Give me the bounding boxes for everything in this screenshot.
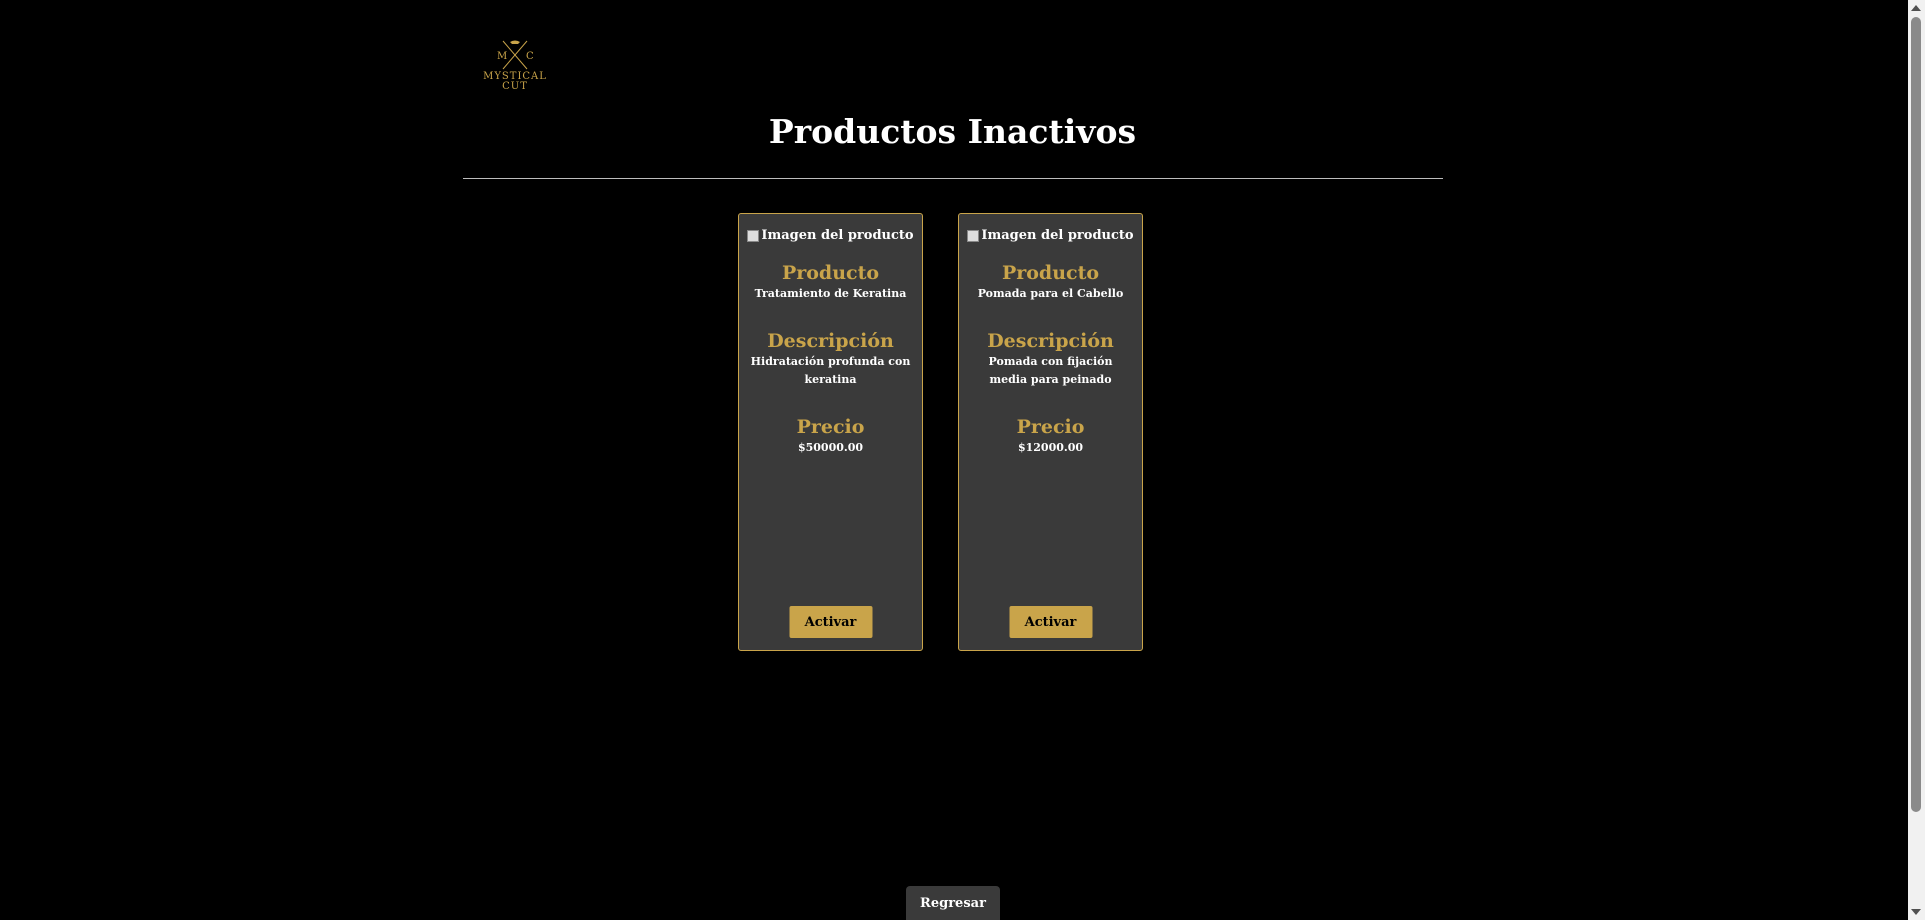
product-card: Imagen del producto Producto Pomada para… bbox=[958, 213, 1143, 651]
mystical-cut-logo[interactable]: M C MYSTICAL CUT bbox=[483, 38, 547, 96]
product-label: Producto bbox=[1001, 262, 1100, 284]
scroll-down-arrow-icon[interactable] bbox=[1911, 909, 1921, 915]
product-price: $12000.00 bbox=[1017, 441, 1084, 454]
back-button[interactable]: Regresar bbox=[906, 886, 1000, 920]
product-image: Imagen del producto bbox=[739, 228, 922, 243]
activate-button[interactable]: Activar bbox=[1009, 606, 1092, 638]
logo-letter-c: C bbox=[526, 51, 534, 62]
product-description: Hidratación profunda con keratina bbox=[750, 355, 911, 386]
title-divider bbox=[463, 178, 1443, 179]
product-label: Producto bbox=[781, 262, 880, 284]
broken-image-icon bbox=[967, 229, 980, 242]
product-image: Imagen del producto bbox=[959, 228, 1142, 243]
product-list: Imagen del producto Producto Tratamiento… bbox=[738, 213, 1143, 651]
product-name: Tratamiento de Keratina bbox=[754, 287, 907, 300]
product-price: $50000.00 bbox=[797, 441, 864, 454]
logo-text-line2: CUT bbox=[502, 81, 528, 92]
description-label: Descripción bbox=[767, 330, 894, 352]
crossed-razors-icon: M C bbox=[497, 40, 534, 70]
page-title: Productos Inactivos bbox=[768, 112, 1137, 151]
scroll-thumb[interactable] bbox=[1911, 17, 1921, 812]
broken-image-icon bbox=[747, 229, 760, 242]
activate-button[interactable]: Activar bbox=[789, 606, 872, 638]
scroll-up-arrow-icon[interactable] bbox=[1911, 5, 1921, 11]
price-label: Precio bbox=[1016, 416, 1085, 438]
product-image-alt: Imagen del producto bbox=[761, 228, 914, 243]
product-description: Pomada con fijación media para peinado bbox=[988, 355, 1113, 386]
logo-letter-m: M bbox=[497, 51, 507, 62]
product-card: Imagen del producto Producto Tratamiento… bbox=[738, 213, 923, 651]
page: M C MYSTICAL CUT Productos Inactivos Ima… bbox=[0, 0, 1925, 920]
vertical-scrollbar[interactable] bbox=[1908, 0, 1925, 920]
product-name: Pomada para el Cabello bbox=[977, 287, 1124, 300]
price-label: Precio bbox=[796, 416, 865, 438]
description-label: Descripción bbox=[987, 330, 1114, 352]
product-image-alt: Imagen del producto bbox=[981, 228, 1134, 243]
